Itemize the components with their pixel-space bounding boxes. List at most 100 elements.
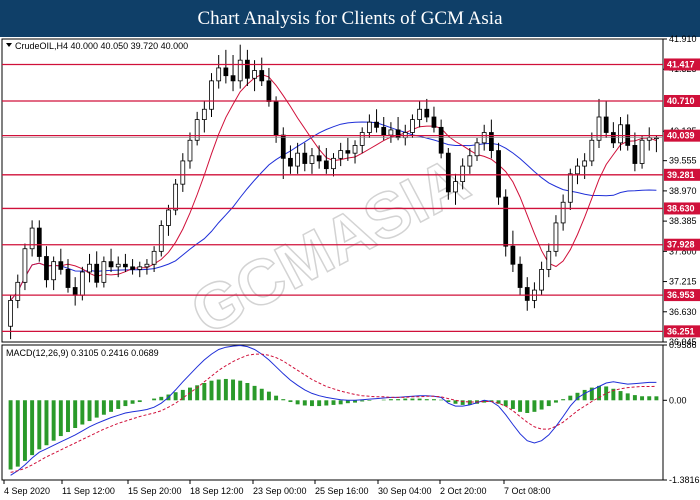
candle-body xyxy=(245,59,250,79)
candle-body xyxy=(209,80,214,110)
candle-body xyxy=(338,150,344,159)
candle-body xyxy=(381,126,387,136)
candle-body xyxy=(216,67,222,82)
level-label: 40.039 xyxy=(667,131,695,141)
candle-body xyxy=(331,157,336,170)
candle-body xyxy=(72,287,78,296)
candle-body xyxy=(567,173,573,203)
candle-body xyxy=(503,196,509,247)
candle-body xyxy=(467,155,473,167)
candle-body xyxy=(575,165,580,175)
candle-body xyxy=(316,155,322,162)
candle-body xyxy=(123,263,128,268)
candle-body xyxy=(431,116,437,128)
candle-body xyxy=(108,261,114,268)
level-label: 36.251 xyxy=(667,326,695,336)
candle-body xyxy=(8,300,13,327)
candle-body xyxy=(51,261,57,281)
price-tick-label: 41.910 xyxy=(669,34,697,44)
candle-body xyxy=(596,116,602,141)
candle-body xyxy=(553,222,559,252)
x-tick-label: 23 Sep 00:00 xyxy=(253,486,307,496)
x-tick-label: 2 Oct 20:00 xyxy=(440,486,487,496)
candle-body xyxy=(359,132,365,146)
macd-tick-label: -1.3816 xyxy=(669,475,700,485)
candle-body xyxy=(137,266,143,270)
price-tick-label: 37.215 xyxy=(669,277,697,287)
candle-body xyxy=(646,137,652,141)
level-label: 40.710 xyxy=(667,96,695,106)
candle-body xyxy=(194,119,200,141)
candle-body xyxy=(424,108,430,118)
candle-body xyxy=(453,181,458,193)
candle-body xyxy=(288,157,293,167)
candle-body xyxy=(266,80,272,102)
price-tick-label: 36.630 xyxy=(669,307,697,317)
candle-body xyxy=(273,101,279,136)
candle-body xyxy=(352,145,358,154)
price-header: CrudeOIL,H4 40.000 40.050 39.720 40.000 xyxy=(15,41,188,51)
candle-body xyxy=(345,150,351,154)
candle-body xyxy=(309,155,315,164)
candle-body xyxy=(158,225,164,252)
candle-body xyxy=(438,126,444,154)
x-tick-label: 30 Sep 04:00 xyxy=(378,486,432,496)
candle-body xyxy=(79,271,85,296)
candle-body xyxy=(374,121,379,128)
price-panel-frame xyxy=(1,38,664,343)
x-tick-label: 15 Sep 20:00 xyxy=(128,486,182,496)
price-tick-label: 38.385 xyxy=(669,216,697,226)
candle-body xyxy=(87,263,92,273)
level-label: 39.281 xyxy=(667,170,695,180)
candle-body xyxy=(22,248,28,283)
macd-tick-label: 0.00 xyxy=(669,395,687,405)
price-tick-label: 38.970 xyxy=(669,186,697,196)
candle-body xyxy=(115,263,121,268)
candle-body xyxy=(388,129,394,136)
candle-body xyxy=(237,59,243,82)
candle-body xyxy=(65,269,71,288)
candle-body xyxy=(29,227,35,250)
candle-body xyxy=(410,119,415,133)
candle-body xyxy=(546,250,552,270)
candle-body xyxy=(510,245,516,265)
candle-body xyxy=(302,152,308,164)
x-tick-label: 7 Oct 08:00 xyxy=(504,486,551,496)
candle-body xyxy=(445,152,451,193)
candle-body xyxy=(560,201,566,224)
level-label: 36.953 xyxy=(667,290,695,300)
candle-body xyxy=(295,152,300,167)
candle-body xyxy=(151,250,157,265)
x-tick-label: 25 Sep 16:00 xyxy=(315,486,369,496)
candle-body xyxy=(603,116,609,133)
level-label: 41.417 xyxy=(667,59,695,69)
candle-body xyxy=(618,124,623,144)
candle-body xyxy=(632,145,638,164)
candle-body xyxy=(517,263,523,288)
candle-body xyxy=(280,134,286,159)
candle-body xyxy=(201,108,207,120)
x-tick-label: 18 Sep 12:00 xyxy=(190,486,244,496)
candle-body xyxy=(252,70,257,79)
candle-body xyxy=(173,183,179,211)
x-tick-label: 11 Sep 12:00 xyxy=(62,486,115,496)
candle-body xyxy=(582,160,588,167)
candle-body xyxy=(496,150,501,198)
macd-header: MACD(12,26,9) 0.3105 0.2416 0.0689 xyxy=(6,348,159,358)
candle-body xyxy=(395,129,401,139)
candle-body xyxy=(223,67,229,77)
candle-body xyxy=(36,227,42,257)
candle-body xyxy=(130,266,135,270)
price-chart[interactable]: GCMASIA41.91041.32540.12539.55538.97038.… xyxy=(0,0,700,500)
macd-tick-label: 0.9586 xyxy=(669,340,697,350)
candle-body xyxy=(474,142,480,157)
candle-body xyxy=(589,139,595,162)
candle-body xyxy=(180,160,186,185)
candle-body xyxy=(524,287,530,301)
candle-body xyxy=(259,70,265,82)
candle-body xyxy=(367,121,372,133)
level-label: 38.630 xyxy=(667,203,695,213)
candle-body xyxy=(460,165,466,182)
candle-body xyxy=(639,139,645,164)
candle-body xyxy=(166,209,171,226)
